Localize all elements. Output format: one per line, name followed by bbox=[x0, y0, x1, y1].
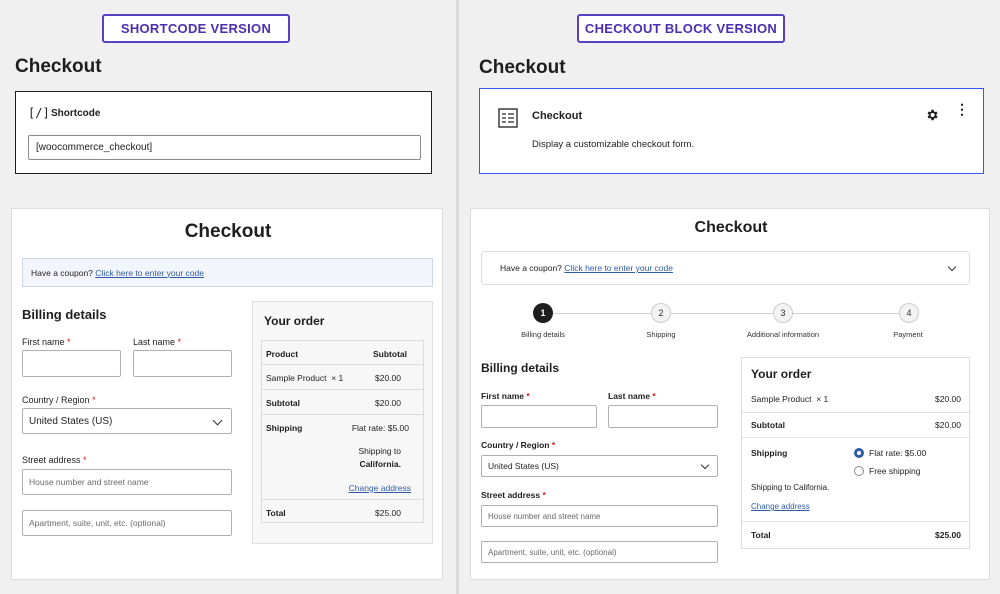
shortcode-block[interactable]: [/] Shortcode [woocommerce_checkout] bbox=[15, 91, 432, 174]
last-name-field[interactable] bbox=[133, 350, 232, 377]
country-select[interactable]: United States (US) bbox=[481, 455, 718, 477]
step-4[interactable]: 4 bbox=[899, 303, 919, 323]
step-3[interactable]: 3 bbox=[773, 303, 793, 323]
col-product: Product bbox=[266, 349, 299, 359]
street-field[interactable]: House number and street name bbox=[481, 505, 718, 527]
coupon-text: Have a coupon? bbox=[500, 263, 562, 273]
step-2[interactable]: 2 bbox=[651, 303, 671, 323]
preview-title: Checkout bbox=[694, 219, 768, 236]
order-review: Your order Product Subtotal Sample Produ… bbox=[252, 301, 433, 544]
shipping-label: Shipping bbox=[266, 423, 303, 433]
step-1[interactable]: 1 bbox=[533, 303, 553, 323]
chevron-down-icon bbox=[947, 262, 957, 272]
total-value: $25.00 bbox=[935, 530, 961, 540]
checkout-block-icon bbox=[498, 108, 518, 128]
change-address-link[interactable]: Change address bbox=[751, 502, 810, 511]
first-name-label: First name * bbox=[481, 391, 530, 401]
shipping-label: Shipping bbox=[751, 448, 788, 458]
order-item-price: $20.00 bbox=[935, 394, 961, 404]
order-item: Sample Product × 1 bbox=[266, 373, 344, 383]
more-options-icon[interactable]: ⋮ bbox=[955, 102, 969, 116]
step-4-label: Payment bbox=[893, 330, 923, 339]
chevron-down-icon bbox=[212, 415, 223, 426]
first-name-field[interactable] bbox=[481, 405, 597, 428]
street-label: Street address * bbox=[481, 490, 546, 500]
coupon-text: Have a coupon? bbox=[31, 267, 93, 278]
block-preview: Checkout Have a coupon? Click here to en… bbox=[470, 208, 990, 580]
country-label: Country / Region * bbox=[22, 395, 96, 405]
coupon-link[interactable]: Click here to enter your code bbox=[564, 263, 673, 273]
shipping-destination: California. bbox=[359, 459, 401, 469]
shipping-to: Shipping to California. bbox=[751, 483, 830, 492]
col-subtotal: Subtotal bbox=[373, 349, 407, 359]
total-label: Total bbox=[751, 530, 771, 540]
street-label: Street address * bbox=[22, 455, 87, 465]
radio-selected-icon bbox=[854, 448, 864, 458]
order-summary: Your order Sample Product × 1 $20.00 Sub… bbox=[741, 357, 971, 549]
stepper-line bbox=[543, 313, 909, 314]
shipping-option-free[interactable]: Free shipping bbox=[854, 466, 921, 476]
first-name-label: First name * bbox=[22, 337, 71, 347]
shortcode-input[interactable]: [woocommerce_checkout] bbox=[28, 135, 421, 160]
subtotal-label: Subtotal bbox=[266, 398, 300, 408]
shortcode-pane: SHORTCODE VERSION Checkout [/] Shortcode… bbox=[0, 0, 456, 594]
last-name-field[interactable] bbox=[608, 405, 718, 428]
billing-title: Billing details bbox=[481, 361, 560, 375]
shipping-to: Shipping to bbox=[358, 446, 401, 456]
editor-page-title: Checkout bbox=[479, 57, 566, 78]
country-value: United States (US) bbox=[488, 461, 559, 471]
shortcode-icon: [/] bbox=[28, 106, 50, 120]
subtotal-value: $20.00 bbox=[375, 398, 401, 408]
checkout-block-description: Display a customizable checkout form. bbox=[532, 139, 695, 150]
shortcode-preview: Checkout Have a coupon? Click here to en… bbox=[11, 208, 443, 580]
step-3-label: Additional information bbox=[746, 330, 820, 339]
shipping-option-flat[interactable]: Flat rate: $5.00 bbox=[854, 448, 926, 458]
gear-icon[interactable] bbox=[925, 108, 939, 122]
country-value: United States (US) bbox=[29, 415, 113, 427]
step-2-label: Shipping bbox=[646, 330, 676, 339]
street-field[interactable]: House number and street name bbox=[22, 469, 232, 495]
chevron-down-icon bbox=[700, 460, 710, 470]
coupon-notice: Have a coupon? Click here to enter your … bbox=[22, 258, 433, 287]
coupon-link[interactable]: Click here to enter your code bbox=[95, 268, 204, 278]
last-name-label: Last name * bbox=[608, 391, 656, 401]
step-1-label: Billing details bbox=[521, 330, 565, 339]
shipping-rate: Flat rate: $5.00 bbox=[351, 423, 409, 433]
country-label: Country / Region * bbox=[481, 440, 556, 450]
order-table: Product Subtotal Sample Product × 1 $20.… bbox=[261, 340, 425, 523]
order-title: Your order bbox=[751, 367, 812, 381]
editor-page-title: Checkout bbox=[15, 56, 102, 77]
radio-unselected-icon bbox=[854, 466, 864, 476]
last-name-label: Last name * bbox=[133, 337, 182, 347]
coupon-panel[interactable]: Have a coupon? Click here to enter your … bbox=[481, 251, 970, 285]
apartment-field[interactable]: Apartment, suite, unit, etc. (optional) bbox=[22, 510, 232, 536]
preview-title: Checkout bbox=[184, 221, 272, 242]
first-name-field[interactable] bbox=[22, 350, 121, 377]
shortcode-label: Shortcode bbox=[51, 108, 101, 119]
total-label: Total bbox=[266, 508, 286, 518]
change-address-link[interactable]: Change address bbox=[349, 483, 411, 493]
subtotal-value: $20.00 bbox=[935, 420, 961, 430]
order-item-price: $20.00 bbox=[375, 373, 401, 383]
shortcode-version-tag: SHORTCODE VERSION bbox=[102, 14, 290, 43]
apartment-field[interactable]: Apartment, suite, unit, etc. (optional) bbox=[481, 541, 718, 563]
checkout-block[interactable]: Checkout Display a customizable checkout… bbox=[479, 88, 984, 174]
subtotal-label: Subtotal bbox=[751, 420, 785, 430]
total-value: $25.00 bbox=[375, 508, 401, 518]
block-version-tag: CHECKOUT BLOCK VERSION bbox=[577, 14, 785, 43]
checkout-block-pane: CHECKOUT BLOCK VERSION Checkout Checkout… bbox=[459, 0, 1000, 594]
billing-title: Billing details bbox=[22, 307, 107, 322]
order-item: Sample Product × 1 bbox=[751, 394, 829, 404]
country-select[interactable]: United States (US) bbox=[22, 408, 232, 434]
checkout-block-title: Checkout bbox=[532, 110, 583, 122]
order-title: Your order bbox=[264, 314, 325, 328]
